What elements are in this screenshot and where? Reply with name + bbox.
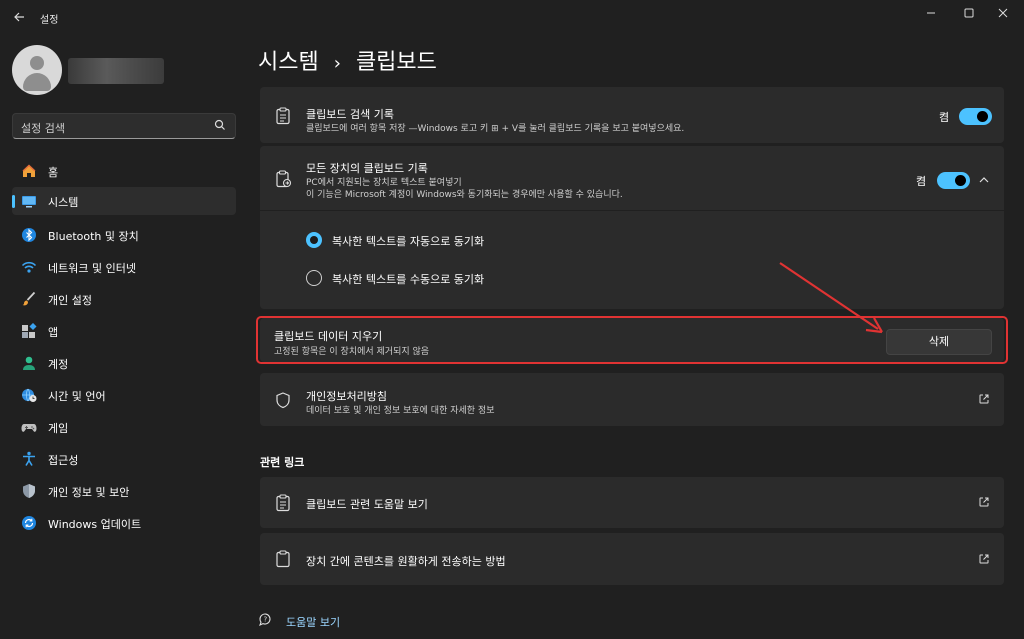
avatar[interactable] <box>12 45 62 95</box>
clipboard-history-card: 클립보드 검색 기록 클립보드에 여러 항목 저장 —Windows 로고 키 … <box>260 87 1004 143</box>
clipboard-history-toggle[interactable] <box>959 108 992 125</box>
annotation-highlight-box <box>256 316 1008 364</box>
sidebar-item-apps[interactable]: 앱 <box>12 317 236 345</box>
sidebar-item-time-language[interactable]: 시간 및 언어 <box>12 381 236 409</box>
system-icon <box>22 196 36 208</box>
sidebar-item-label: Bluetooth 및 장치 <box>48 230 139 243</box>
page-title: 시스템 › 클립보드 <box>258 44 437 76</box>
sidebar-item-label: 시간 및 언어 <box>48 390 106 403</box>
globe-clock-icon <box>22 388 37 402</box>
search-input[interactable]: 설정 검색 <box>21 120 65 136</box>
sync-devices-card[interactable]: 모든 장치의 클립보드 기록 PC에서 지원되는 장치로 텍스트 붙여넣기 이 … <box>260 146 1004 210</box>
apps-icon <box>22 323 37 338</box>
sidebar-item-home[interactable]: 홈 <box>12 157 236 185</box>
minimize-button[interactable] <box>916 2 946 24</box>
brush-icon <box>22 291 36 306</box>
clipboard-icon <box>276 550 290 568</box>
sidebar-item-accessibility[interactable]: 접근성 <box>12 445 236 473</box>
privacy-policy-subtitle: 데이터 보호 및 개인 정보 보호에 대한 자세한 정보 <box>306 406 495 416</box>
breadcrumb-separator: › <box>333 53 341 74</box>
close-button[interactable] <box>988 2 1018 24</box>
clipboard-history-toggle-label: 켬 <box>939 111 950 124</box>
active-indicator <box>12 195 15 208</box>
toggle-knob <box>955 175 966 186</box>
sync-devices-subtitle-2: 이 기능은 Microsoft 계정이 Windows와 동기화되는 경우에만 … <box>306 190 623 200</box>
sync-devices-title: 모든 장치의 클립보드 기록 <box>306 162 428 175</box>
sidebar-item-gaming[interactable]: 게임 <box>12 413 236 441</box>
maximize-button[interactable] <box>954 2 984 24</box>
toggle-knob <box>977 111 988 122</box>
chevron-up-icon[interactable] <box>978 174 990 186</box>
clipboard-list-icon <box>276 494 290 512</box>
svg-text:?: ? <box>264 616 268 624</box>
title-bar: 설정 <box>0 0 1024 34</box>
close-icon <box>998 8 1008 18</box>
breadcrumb-current: 클립보드 <box>355 50 437 75</box>
accessibility-icon <box>23 451 35 466</box>
sidebar-item-label: 개인 정보 및 보안 <box>48 486 130 499</box>
minimize-icon <box>927 12 935 14</box>
radio-auto-sync[interactable] <box>306 232 322 248</box>
clipboard-list-icon <box>276 107 290 125</box>
sidebar-item-privacy[interactable]: 개인 정보 및 보안 <box>12 477 236 505</box>
sidebar-item-label: 계정 <box>48 358 69 371</box>
sync-options-panel: 복사한 텍스트를 자동으로 동기화 복사한 텍스트를 수동으로 동기화 <box>260 211 1004 309</box>
shield-outline-icon <box>276 392 290 409</box>
search-icon <box>214 119 225 130</box>
get-help-link[interactable]: 도움말 보기 <box>286 614 340 630</box>
sidebar-item-label: 네트워크 및 인터넷 <box>48 262 136 275</box>
external-link-icon <box>979 497 989 507</box>
related-link-help-label: 클립보드 관련 도움말 보기 <box>306 498 428 511</box>
related-link-transfer[interactable]: 장치 간에 콘텐츠를 원활하게 전송하는 방법 <box>260 533 1004 585</box>
sidebar-item-label: 개인 설정 <box>48 294 92 307</box>
username-redacted <box>68 58 164 84</box>
shield-icon <box>23 484 35 498</box>
sidebar-item-network[interactable]: 네트워크 및 인터넷 <box>12 253 236 281</box>
related-link-help[interactable]: 클립보드 관련 도움말 보기 <box>260 477 1004 528</box>
external-link-icon <box>979 554 989 564</box>
external-link-icon <box>979 394 989 404</box>
sidebar-item-label: 홈 <box>48 166 59 179</box>
bluetooth-icon <box>22 228 36 242</box>
sidebar-item-label: 시스템 <box>48 196 79 209</box>
radio-manual-sync-label[interactable]: 복사한 텍스트를 수동으로 동기화 <box>332 271 484 287</box>
sidebar-item-label: 게임 <box>48 422 69 435</box>
sidebar-item-label: 앱 <box>48 326 59 339</box>
help-icon: ? <box>259 613 271 627</box>
arrow-left-icon <box>14 12 24 22</box>
maximize-icon <box>964 8 974 18</box>
update-icon <box>22 516 36 530</box>
sidebar-item-system[interactable]: 시스템 <box>12 187 236 215</box>
sync-devices-toggle[interactable] <box>937 172 970 189</box>
avatar-body <box>23 73 51 91</box>
clipboard-sync-icon <box>276 170 292 188</box>
related-links-heading: 관련 링크 <box>260 456 305 469</box>
account-icon <box>23 356 35 370</box>
search-box[interactable]: 설정 검색 <box>12 113 236 139</box>
privacy-policy-title: 개인정보처리방침 <box>306 390 387 403</box>
sidebar-item-windows-update[interactable]: Windows 업데이트 <box>12 509 236 537</box>
avatar-head <box>30 56 44 70</box>
sidebar-item-label: Windows 업데이트 <box>48 518 142 531</box>
clipboard-history-subtitle: 클립보드에 여러 항목 저장 —Windows 로고 키 ⊞ + V를 눌러 클… <box>306 124 685 134</box>
annotation-arrow-icon <box>779 262 883 334</box>
related-link-transfer-label: 장치 간에 콘텐츠를 원활하게 전송하는 방법 <box>306 555 506 568</box>
wifi-icon <box>21 261 37 273</box>
sidebar-item-accounts[interactable]: 계정 <box>12 349 236 377</box>
home-icon <box>22 164 36 177</box>
breadcrumb-parent[interactable]: 시스템 <box>258 50 319 75</box>
gamepad-icon <box>21 424 37 432</box>
radio-auto-sync-label[interactable]: 복사한 텍스트를 자동으로 동기화 <box>332 233 484 249</box>
sidebar-item-bluetooth[interactable]: Bluetooth 및 장치 <box>12 221 236 249</box>
privacy-policy-card[interactable]: 개인정보처리방침 데이터 보호 및 개인 정보 보호에 대한 자세한 정보 <box>260 373 1004 426</box>
sync-devices-toggle-label: 켬 <box>916 175 927 188</box>
app-title: 설정 <box>40 15 59 26</box>
sidebar-item-label: 접근성 <box>48 454 79 467</box>
clipboard-history-title: 클립보드 검색 기록 <box>306 108 394 121</box>
sidebar-item-personalization[interactable]: 개인 설정 <box>12 285 236 313</box>
radio-manual-sync[interactable] <box>306 270 322 286</box>
back-button[interactable] <box>8 6 30 28</box>
